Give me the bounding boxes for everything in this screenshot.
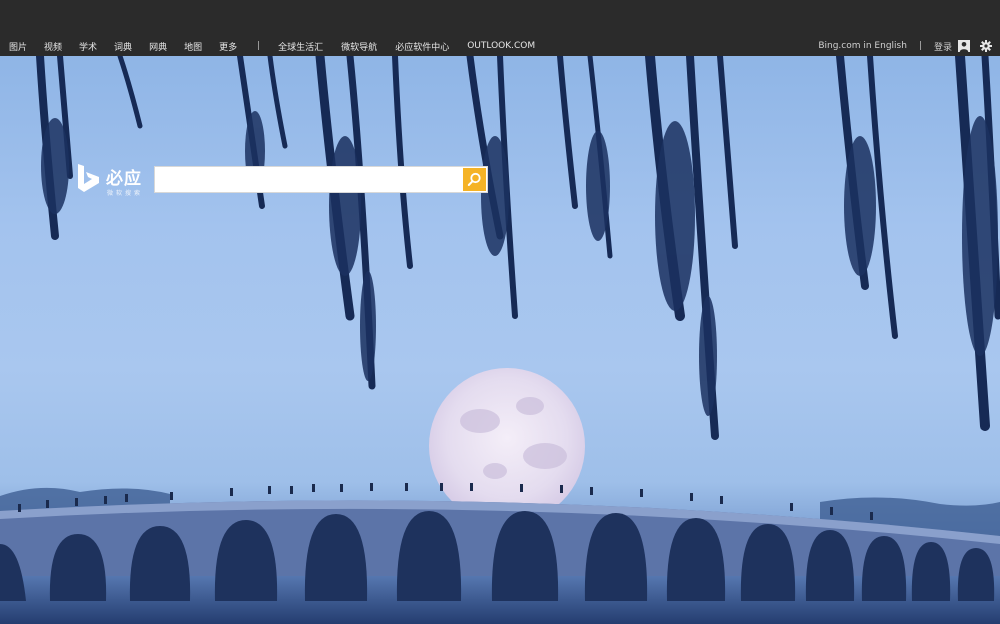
search-input[interactable]: [155, 167, 461, 192]
search-box: [154, 166, 488, 193]
user-icon[interactable]: [958, 40, 970, 52]
moon-bridge-scene: [0, 56, 1000, 624]
logo-subtitle: 微软搜索: [107, 190, 144, 197]
search-icon: [467, 172, 482, 187]
search-button[interactable]: [463, 168, 486, 191]
top-nav-bar: 图片 视频 学术 词典 网典 地图 更多 | 全球生活汇 微软导航 必应软件中心…: [0, 36, 1000, 56]
login-link[interactable]: 登录: [934, 40, 952, 53]
background-image: 必应 微软搜索: [0, 56, 1000, 624]
nav-item-wangdian[interactable]: 网典: [149, 40, 167, 53]
bing-logo[interactable]: 必应 微软搜索: [78, 162, 152, 200]
nav-item-dictionary[interactable]: 词典: [114, 40, 132, 53]
nav-item-videos[interactable]: 视频: [44, 40, 62, 53]
nav-item-software-center[interactable]: 必应软件中心: [395, 40, 449, 53]
nav-right-separator: |: [918, 41, 922, 51]
nav-item-more[interactable]: 更多: [219, 40, 237, 53]
nav-right-group: Bing.com in English | 登录: [818, 36, 992, 56]
nav-item-ms-nav[interactable]: 微软导航: [341, 40, 377, 53]
gear-icon[interactable]: [980, 40, 992, 52]
window-titlebar: [0, 0, 1000, 36]
nav-item-images[interactable]: 图片: [9, 40, 27, 53]
nav-item-outlook[interactable]: OUTLOOK.COM: [467, 41, 535, 51]
nav-item-maps[interactable]: 地图: [184, 40, 202, 53]
english-link[interactable]: Bing.com in English: [818, 41, 907, 51]
logo-title: 必应: [106, 169, 142, 189]
nav-item-academic[interactable]: 学术: [79, 40, 97, 53]
bing-logo-icon: [78, 164, 100, 192]
nav-item-global-life[interactable]: 全球生活汇: [278, 40, 323, 53]
nav-separator: |: [257, 41, 261, 51]
nav-left-group: 图片 视频 学术 词典 网典 地图 更多 | 全球生活汇 微软导航 必应软件中心…: [9, 36, 535, 56]
